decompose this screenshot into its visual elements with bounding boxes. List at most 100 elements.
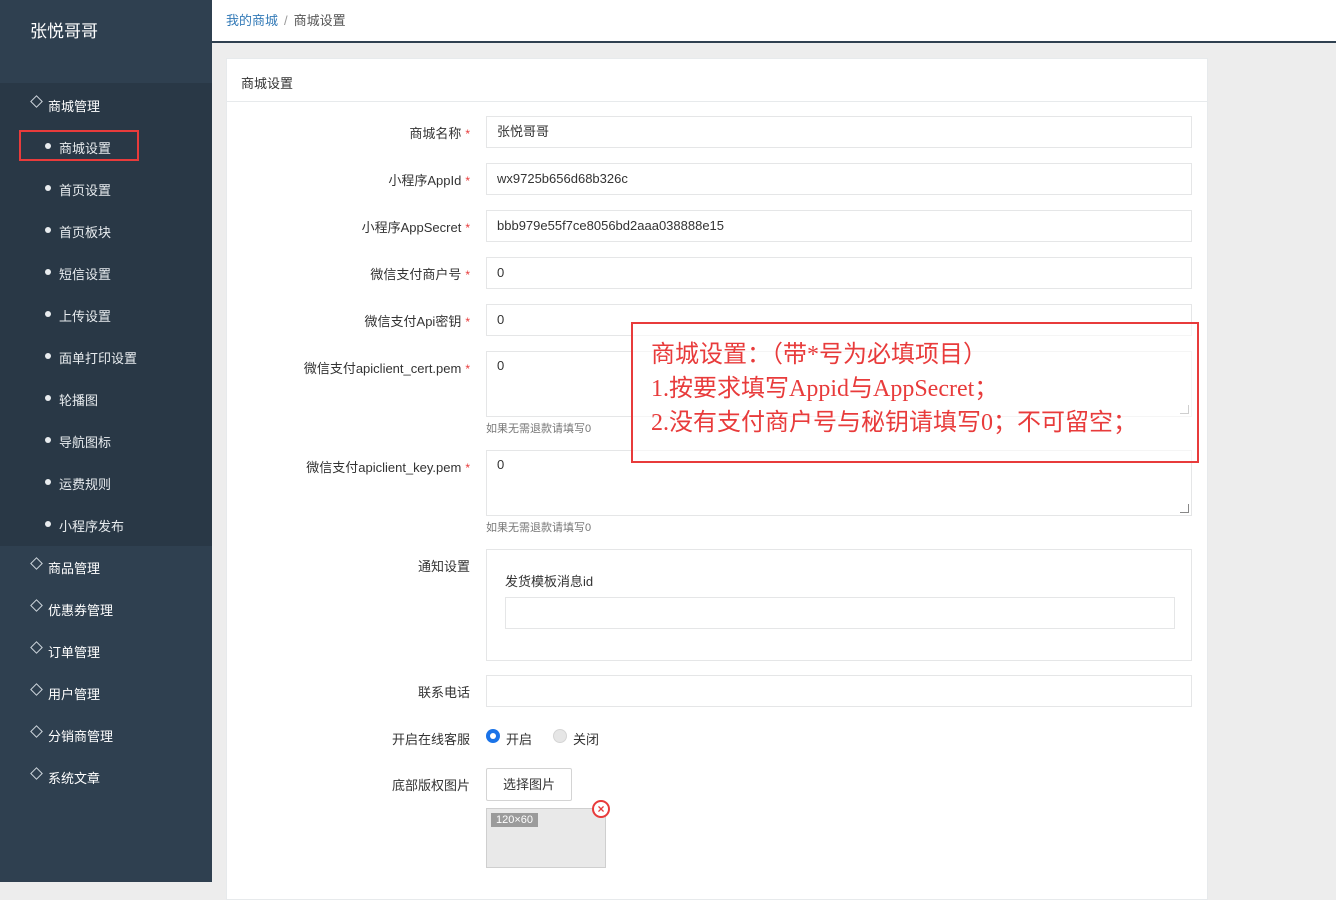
sidebar-group-label: 优惠券管理 [48,603,114,618]
sidebar-item-nav-icons[interactable]: 导航图标 [0,419,212,461]
shop-name-input[interactable]: 张悦哥哥 [486,116,1192,148]
sidebar-group-shop[interactable]: 商城管理 [0,83,212,125]
diamond-icon [30,767,43,780]
required-mark: * [465,221,470,235]
sidebar-item-home-blocks[interactable]: 首页板块 [0,209,212,251]
choose-image-button[interactable]: 选择图片 [486,768,572,801]
image-placeholder: 120×60 [486,808,606,868]
sidebar-item-miniprogram-publish[interactable]: 小程序发布 [0,503,212,545]
sidebar-group-label: 订单管理 [48,645,101,660]
sidebar-item-label: 运费规则 [59,477,112,492]
field-label-row: 微信支付apiclient_key.pem * [226,457,470,477]
top-bar: 我的商城 / 商城设置 [212,0,1336,43]
breadcrumb-home-link[interactable]: 我的商城 [226,13,278,28]
field-label-row: 微信支付apiclient_cert.pem * [226,358,470,378]
required-mark: * [465,268,470,282]
diamond-icon [30,557,43,570]
sidebar-group-label: 用户管理 [48,687,101,702]
field-label-row: 通知设置 [226,556,470,576]
sidebar-item-print-settings[interactable]: 面单打印设置 [0,335,212,377]
sidebar-group-coupons[interactable]: 优惠券管理 [0,587,212,629]
app-logo: 张悦哥哥 [0,0,212,66]
notify-settings-box: 发货模板消息id [486,549,1192,661]
diamond-icon [30,683,43,696]
bullet-icon [45,269,51,275]
field-label-row: 开启在线客服 [226,729,470,749]
required-mark: * [465,315,470,329]
sidebar-item-sms-settings[interactable]: 短信设置 [0,251,212,293]
sidebar-group-orders[interactable]: 订单管理 [0,629,212,671]
notify-label: 通知设置 [417,559,470,574]
service-label: 开启在线客服 [391,732,470,747]
field-label-text: 商城名称 [409,126,462,141]
panel-title: 商城设置 [241,76,294,91]
resize-grip-icon[interactable] [1180,504,1189,513]
sidebar-group-label: 商品管理 [48,561,101,576]
field-label: 微信支付apiclient_key.pem * [306,457,470,476]
diamond-icon [30,599,43,612]
phone-input[interactable] [486,675,1192,707]
template-id-input[interactable] [505,597,1175,629]
sidebar-group-products[interactable]: 商品管理 [0,545,212,587]
field-label-text: 小程序AppId [388,173,462,188]
sidebar-group-articles[interactable]: 系统文章 [0,755,212,797]
bullet-icon [45,227,51,233]
merchant-id-input[interactable]: 0 [486,257,1192,289]
key-pem-value: 0 [497,457,505,472]
sidebar-item-shipping-rules[interactable]: 运费规则 [0,461,212,503]
appsecret-input[interactable]: bbb979e55f7ce8056bd2aaa038888e15 [486,210,1192,242]
bullet-icon [45,311,51,317]
breadcrumb-separator: / [284,13,288,28]
radio-checked-icon [486,729,500,743]
image-size-tag: 120×60 [491,813,539,827]
sidebar-item-upload-settings[interactable]: 上传设置 [0,293,212,335]
annotation-box: 商城设置：（带*号为必填项目） 1.按要求填写Appid与AppSecret； … [631,322,1199,463]
sidebar-item-label: 面单打印设置 [59,351,138,366]
field-label-text: 微信支付商户号 [370,267,462,282]
appid-input[interactable]: wx9725b656d68b326c [486,163,1192,195]
sidebar-item-label: 上传设置 [59,309,112,324]
field-label-row: 小程序AppSecret * [226,217,470,237]
bullet-icon [45,353,51,359]
sidebar-group-label: 分销商管理 [48,729,114,744]
sidebar-group-distributors[interactable]: 分销商管理 [0,713,212,755]
sidebar-item-carousel[interactable]: 轮播图 [0,377,212,419]
footer-image-label: 底部版权图片 [391,778,470,793]
sidebar-group-users[interactable]: 用户管理 [0,671,212,713]
key-hint: 如果无需退款请填写0 [486,522,592,534]
diamond-icon [30,641,43,654]
template-id-label: 发货模板消息id [505,574,594,589]
bullet-icon [45,185,51,191]
field-label-text: 小程序AppSecret [361,220,462,235]
field-label-row: 联系电话 [226,682,470,702]
diamond-icon [30,725,43,738]
field-label: 微信支付Api密钥 * [365,311,470,330]
sidebar-item-label: 短信设置 [59,267,112,282]
sidebar-item-home-settings[interactable]: 首页设置 [0,167,212,209]
bullet-icon [45,437,51,443]
required-mark: * [465,461,470,475]
sidebar-item-label: 轮播图 [59,393,99,408]
app-logo-text: 张悦哥哥 [30,22,98,41]
sidebar-group-label: 商城管理 [48,99,101,114]
remove-image-icon[interactable]: × [592,800,610,818]
sidebar-item-label: 小程序发布 [59,519,125,534]
sidebar-group-label: 系统文章 [48,771,101,786]
sidebar-item-label: 首页设置 [59,183,112,198]
field-label-row: 底部版权图片 [226,775,470,795]
annotation-line-3: 2.没有支付商户号与秘钥请填写0；不可留空； [651,410,1137,436]
cert-pem-value: 0 [497,358,505,373]
breadcrumb-current: 商城设置 [293,13,346,28]
annotation-line-1: 商城设置：（带*号为必填项目） [651,342,987,368]
radio-unchecked-icon [553,729,567,743]
field-label-text: 微信支付apiclient_key.pem [306,460,462,475]
panel-header: 商城设置 [227,59,1207,102]
field-label-row: 微信支付商户号 * [226,264,470,284]
bullet-icon [45,521,51,527]
cert-hint: 如果无需退款请填写0 [486,423,592,435]
phone-label: 联系电话 [417,685,470,700]
bullet-icon [45,395,51,401]
active-highlight [19,130,139,161]
field-label: 商城名称 * [409,123,470,142]
diamond-icon [30,95,43,108]
